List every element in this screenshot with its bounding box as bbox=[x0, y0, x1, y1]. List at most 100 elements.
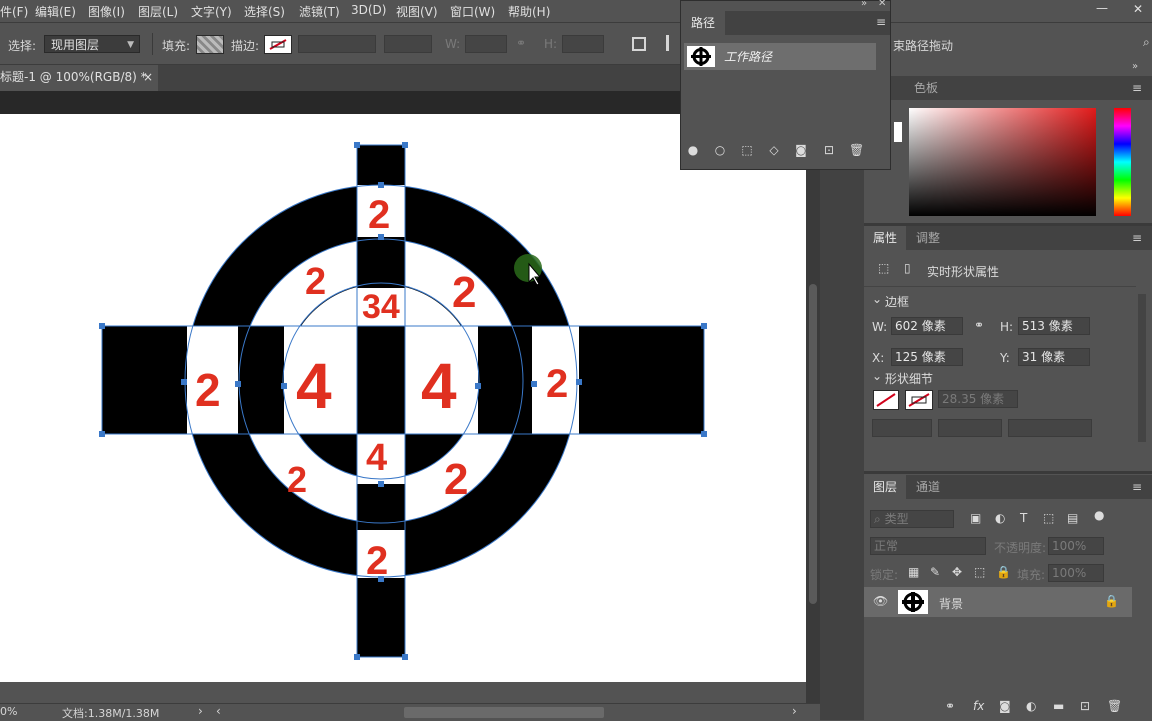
menu-file[interactable]: 件(F) bbox=[0, 3, 28, 20]
layer-style-icon[interactable]: fx bbox=[973, 699, 984, 713]
trash-icon[interactable]: 🗑 bbox=[849, 143, 864, 157]
menu-image[interactable]: 图像(I) bbox=[88, 3, 125, 20]
x-field[interactable]: 125 像素 bbox=[891, 348, 963, 366]
document-icon: ▯ bbox=[904, 261, 911, 275]
stroke-swatch[interactable] bbox=[264, 35, 292, 54]
eye-icon[interactable]: 👁 bbox=[873, 594, 888, 608]
menu-view[interactable]: 视图(V) bbox=[396, 3, 438, 20]
lock-transparency-icon[interactable]: ▦ bbox=[908, 565, 919, 579]
panel-menu-icon[interactable]: ≡ bbox=[1132, 81, 1142, 95]
score-2-bottom: 2 bbox=[366, 539, 388, 583]
blend-mode-dropdown[interactable]: 正常 bbox=[870, 537, 986, 555]
panel-menu-icon[interactable]: ≡ bbox=[876, 15, 886, 29]
tab-channels[interactable]: 通道 bbox=[906, 475, 950, 499]
tab-paths[interactable]: 路径 bbox=[681, 11, 725, 35]
panel-menu-icon[interactable]: ≡ bbox=[1132, 480, 1142, 494]
stroke-width-field[interactable] bbox=[298, 35, 376, 53]
link-layers-icon[interactable]: ⚭ bbox=[945, 699, 955, 713]
menu-type[interactable]: 文字(Y) bbox=[191, 3, 232, 20]
lock-position-icon[interactable]: ✥ bbox=[952, 565, 962, 579]
chevron-right-icon[interactable]: › bbox=[198, 704, 203, 718]
link-icon[interactable]: ⚭ bbox=[974, 318, 984, 332]
image-filter-icon[interactable]: ▣ bbox=[970, 511, 981, 525]
stroke-type-dropdown[interactable] bbox=[384, 35, 432, 53]
stroke-width-field[interactable]: 28.35 像素 bbox=[938, 390, 1018, 408]
vertical-scroll-thumb[interactable] bbox=[809, 284, 817, 604]
search-icon[interactable]: ⌕ bbox=[1143, 35, 1150, 50]
chevron-down-icon[interactable]: ⌄ bbox=[872, 369, 882, 383]
shape-stroke-swatch[interactable] bbox=[905, 390, 933, 410]
adjustment-filter-icon[interactable]: ◐ bbox=[995, 511, 1005, 525]
document-tab[interactable]: 标题-1 @ 100%(RGB/8) * × bbox=[0, 65, 158, 91]
link-icon[interactable]: ⚭ bbox=[516, 36, 526, 50]
menu-help[interactable]: 帮助(H) bbox=[508, 3, 550, 20]
scroll-right-icon[interactable]: › bbox=[792, 704, 797, 718]
new-layer-icon[interactable]: ⊡ bbox=[1080, 699, 1090, 713]
width-field[interactable]: 602 像素 bbox=[891, 317, 963, 335]
tab-layers[interactable]: 图层 bbox=[864, 475, 906, 499]
vertical-scrollbar[interactable] bbox=[806, 91, 820, 703]
stroke-path-icon[interactable]: ○ bbox=[713, 143, 727, 157]
height-field[interactable]: 513 像素 bbox=[1018, 317, 1090, 335]
menu-window[interactable]: 窗口(W) bbox=[450, 3, 495, 20]
make-work-path-icon[interactable]: ◇ bbox=[767, 143, 781, 157]
select-dropdown[interactable]: 现用图层 ▼ bbox=[44, 35, 140, 53]
adjustment-layer-icon[interactable]: ◐ bbox=[1026, 699, 1036, 713]
layer-row-background[interactable]: 👁 背景 🔒 bbox=[864, 587, 1132, 617]
stroke-cap-dropdown[interactable] bbox=[1008, 419, 1092, 437]
tab-swatches[interactable]: 色板 bbox=[904, 76, 948, 100]
shape-filter-icon[interactable]: ⬚ bbox=[1043, 511, 1054, 525]
shape-fill-swatch[interactable] bbox=[873, 390, 899, 410]
h-field[interactable] bbox=[562, 35, 604, 53]
menu-3d[interactable]: 3D(D) bbox=[351, 3, 386, 17]
document-info[interactable]: 文档:1.38M/1.38M bbox=[62, 705, 159, 721]
document-canvas[interactable]: 2 2 2 34 2 4 4 2 4 2 2 2 bbox=[0, 114, 806, 682]
path-row-work-path[interactable]: 工作路径 bbox=[684, 43, 876, 70]
menu-edit[interactable]: 编辑(E) bbox=[35, 3, 76, 20]
panel-menu-icon[interactable]: ≡ bbox=[1132, 231, 1142, 245]
scroll-left-icon[interactable]: ‹ bbox=[216, 704, 221, 718]
hue-slider[interactable] bbox=[1114, 108, 1131, 216]
stroke-align-dropdown[interactable] bbox=[938, 419, 1002, 437]
constrain-path-label[interactable]: 束路径拖动 bbox=[893, 37, 953, 54]
menu-filter[interactable]: 滤镜(T) bbox=[299, 3, 340, 20]
w-field[interactable] bbox=[465, 35, 507, 53]
properties-scrollbar[interactable] bbox=[1138, 294, 1146, 442]
load-selection-icon[interactable]: ⬚ bbox=[740, 143, 754, 157]
fill-path-icon[interactable]: ● bbox=[686, 143, 700, 157]
stroke-option-dropdown[interactable] bbox=[872, 419, 932, 437]
close-window-button[interactable]: ✕ bbox=[1133, 2, 1143, 16]
chevron-down-icon[interactable]: ⌄ bbox=[872, 292, 882, 306]
fill-swatch[interactable] bbox=[196, 35, 224, 54]
expand-panels-icon[interactable]: » bbox=[1132, 61, 1138, 72]
lock-artboard-icon[interactable]: ⬚ bbox=[974, 565, 985, 579]
color-field[interactable] bbox=[909, 108, 1096, 216]
align-icon[interactable] bbox=[666, 35, 669, 51]
add-mask-icon[interactable]: ◙ bbox=[999, 699, 1011, 713]
horizontal-scroll-thumb[interactable] bbox=[404, 707, 604, 718]
y-field[interactable]: 31 像素 bbox=[1018, 348, 1090, 366]
new-path-icon[interactable]: ⊡ bbox=[822, 143, 836, 157]
smart-object-filter-icon[interactable]: ▤ bbox=[1067, 511, 1078, 525]
lock-paint-icon[interactable]: ✎ bbox=[930, 565, 940, 579]
fill-field[interactable]: 100% bbox=[1048, 564, 1104, 582]
zoom-level[interactable]: 0% bbox=[0, 705, 17, 718]
type-filter-icon[interactable]: T bbox=[1020, 511, 1027, 525]
foreground-swatch[interactable] bbox=[894, 122, 902, 142]
tab-adjustments[interactable]: 调整 bbox=[906, 226, 950, 250]
tab-properties[interactable]: 属性 bbox=[864, 226, 906, 250]
minimize-button[interactable]: — bbox=[1096, 1, 1108, 15]
add-mask-icon[interactable]: ◙ bbox=[794, 143, 808, 157]
lock-all-icon[interactable]: 🔒 bbox=[996, 565, 1011, 579]
opacity-field[interactable]: 100% bbox=[1048, 537, 1104, 555]
path-operations-icon[interactable] bbox=[632, 37, 646, 51]
filter-toggle-icon[interactable]: ● bbox=[1094, 508, 1104, 522]
collapse-icon[interactable]: » bbox=[861, 0, 867, 9]
menu-layer[interactable]: 图层(L) bbox=[138, 3, 178, 20]
new-group-icon[interactable]: ▬ bbox=[1053, 699, 1064, 713]
tab-close-icon[interactable]: × bbox=[143, 65, 153, 89]
trash-icon[interactable]: 🗑 bbox=[1107, 699, 1122, 713]
layer-filter-dropdown[interactable]: ⌕ 类型 bbox=[870, 510, 954, 528]
menu-select[interactable]: 选择(S) bbox=[244, 3, 285, 20]
close-panel-icon[interactable]: ✕ bbox=[878, 0, 886, 9]
